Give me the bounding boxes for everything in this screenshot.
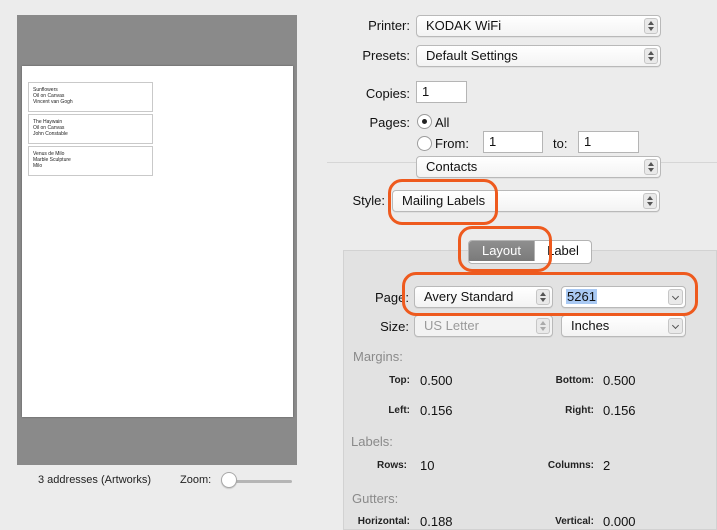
top-label: Top: xyxy=(389,375,410,386)
rows-value[interactable]: 10 xyxy=(420,458,434,473)
margins-header: Margins: xyxy=(353,349,403,364)
gutters-header: Gutters: xyxy=(352,491,399,506)
preview-label: Sunflowers Oil on Canvas Vincent van Gog… xyxy=(28,82,153,112)
left-value[interactable]: 0.156 xyxy=(420,403,453,418)
pages-all-radio[interactable] xyxy=(417,114,432,129)
copies-label: Copies: xyxy=(365,86,410,101)
bottom-label: Bottom: xyxy=(555,375,594,386)
units-popup[interactable]: Inches xyxy=(561,315,686,337)
popup-arrows-icon xyxy=(644,159,658,175)
page-vendor-popup[interactable]: Avery Standard xyxy=(414,286,553,308)
size-label: Size: xyxy=(380,319,409,334)
printer-value: KODAK WiFi xyxy=(426,18,502,33)
printer-label: Printer: xyxy=(368,18,410,33)
page-vendor-value: Avery Standard xyxy=(424,289,514,304)
pages-label: Pages: xyxy=(369,115,410,130)
tab-layout[interactable]: Layout xyxy=(469,241,534,261)
size-popup: US Letter xyxy=(414,315,553,337)
zoom-slider-knob[interactable] xyxy=(221,472,237,488)
app-options-popup[interactable]: Contacts xyxy=(416,156,661,178)
vertical-value[interactable]: 0.000 xyxy=(603,514,636,529)
left-label: Left: xyxy=(388,405,410,416)
app-options-value: Contacts xyxy=(426,159,478,174)
preview-label: The Haywain Oil on Canvas John Constable xyxy=(28,114,153,144)
chevron-down-icon[interactable] xyxy=(668,289,683,305)
zoom-label: Zoom: xyxy=(180,474,212,486)
page-code-combo[interactable]: 5261 xyxy=(561,286,686,308)
popup-arrows-icon xyxy=(643,193,657,209)
bottom-value[interactable]: 0.500 xyxy=(603,373,636,388)
presets-label: Presets: xyxy=(362,48,410,63)
copies-field[interactable]: 1 xyxy=(416,81,467,103)
horizontal-label: Horizontal: xyxy=(357,516,410,527)
printer-popup[interactable]: KODAK WiFi xyxy=(416,15,661,37)
size-value: US Letter xyxy=(424,318,479,333)
preview-label: Venus de Milo Marble Sculpture Milo xyxy=(28,146,153,176)
vertical-label: Vertical: xyxy=(555,516,594,527)
popup-arrows-icon xyxy=(536,289,550,305)
top-value[interactable]: 0.500 xyxy=(420,373,453,388)
style-value: Mailing Labels xyxy=(402,193,486,208)
presets-popup[interactable]: Default Settings xyxy=(416,45,661,67)
columns-value[interactable]: 2 xyxy=(603,458,610,473)
popup-arrows-icon xyxy=(536,318,550,334)
right-label: Right: xyxy=(565,405,594,416)
right-value[interactable]: 0.156 xyxy=(603,403,636,418)
address-count: 3 addresses (Artworks) xyxy=(38,474,152,486)
columns-label: Columns: xyxy=(547,460,594,471)
pages-to-field[interactable]: 1 xyxy=(578,131,639,153)
popup-arrows-icon xyxy=(644,18,658,34)
tab-switcher: Layout Label xyxy=(468,240,592,264)
preview-page: Sunflowers Oil on Canvas Vincent van Gog… xyxy=(22,66,293,417)
pages-to-label: to: xyxy=(553,136,568,151)
page-label: Page: xyxy=(375,290,409,305)
chevron-down-icon xyxy=(668,318,683,334)
units-value: Inches xyxy=(571,318,610,333)
style-label: Style: xyxy=(352,193,385,208)
presets-value: Default Settings xyxy=(426,48,518,63)
pages-from-field[interactable]: 1 xyxy=(483,131,543,153)
rows-label: Rows: xyxy=(377,460,407,471)
horizontal-value[interactable]: 0.188 xyxy=(420,514,453,529)
labels-header: Labels: xyxy=(351,434,393,449)
pages-from-radio[interactable] xyxy=(417,136,432,151)
style-popup[interactable]: Mailing Labels xyxy=(392,190,660,212)
pages-from-label: From: xyxy=(435,136,469,151)
pages-all-label: All xyxy=(435,115,450,130)
tab-label[interactable]: Label xyxy=(534,241,591,261)
popup-arrows-icon xyxy=(644,48,658,64)
page-code-value[interactable]: 5261 xyxy=(566,289,597,304)
